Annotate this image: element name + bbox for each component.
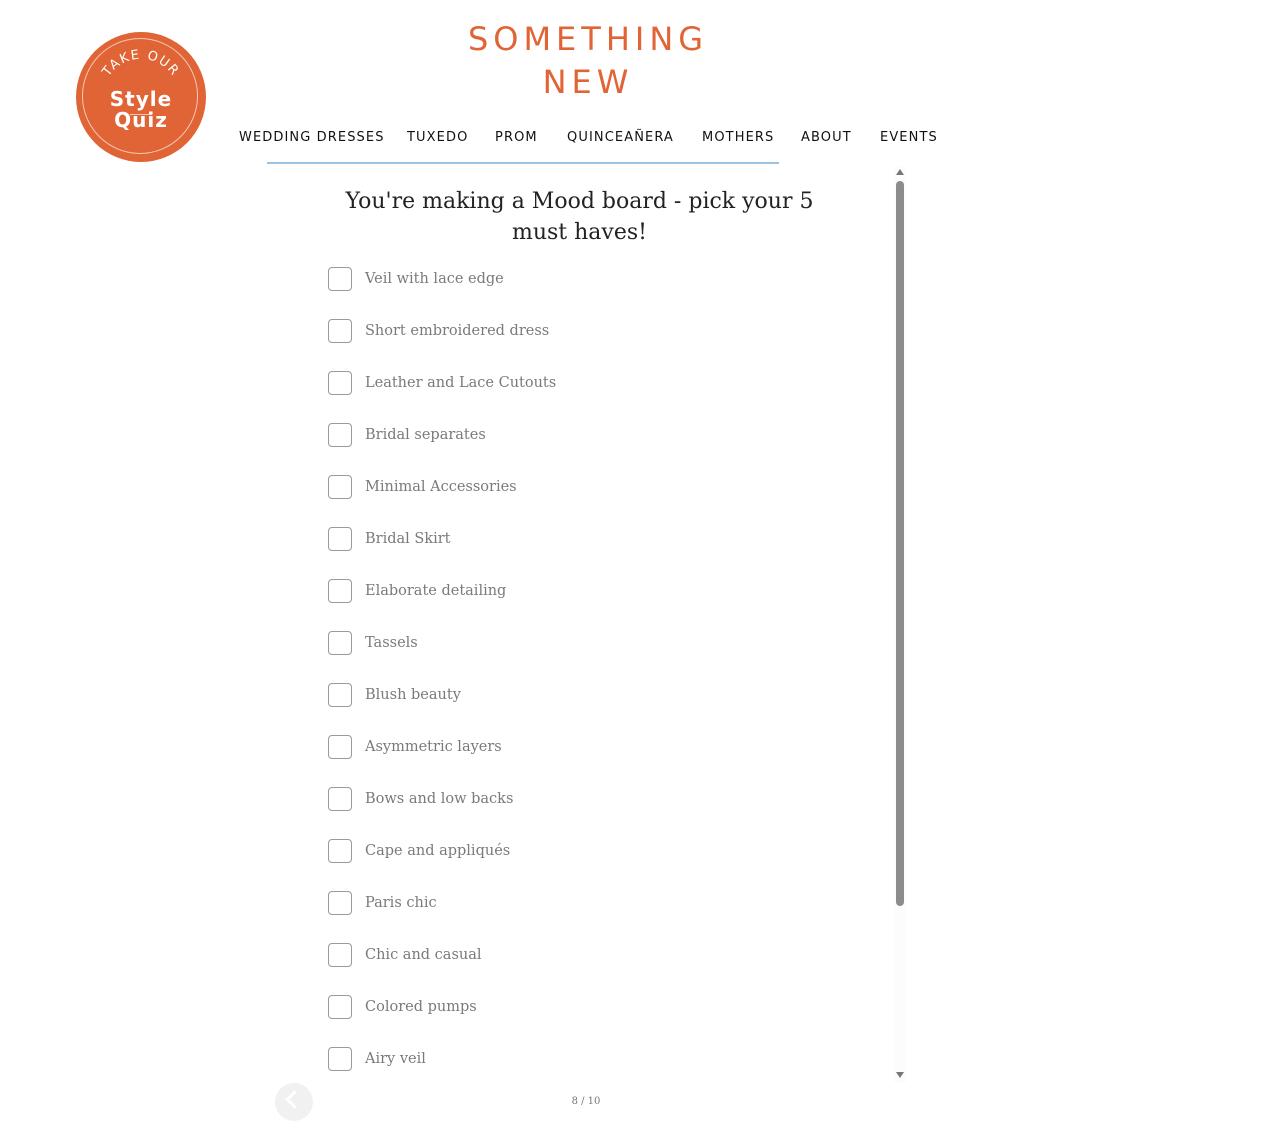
- option-checkbox[interactable]: [328, 943, 352, 967]
- quiz-option[interactable]: Chic and casual: [328, 943, 482, 967]
- nav-wedding-dresses[interactable]: WEDDING DRESSES: [239, 130, 385, 145]
- option-checkbox[interactable]: [328, 319, 352, 343]
- nav-tuxedo[interactable]: TUXEDO: [407, 130, 468, 145]
- option-checkbox[interactable]: [328, 423, 352, 447]
- quiz-option[interactable]: Tassels: [328, 631, 418, 655]
- option-label: Veil with lace edge: [365, 271, 504, 287]
- option-label: Paris chic: [365, 895, 437, 911]
- option-checkbox[interactable]: [328, 735, 352, 759]
- quiz-option[interactable]: Leather and Lace Cutouts: [328, 371, 556, 395]
- option-label: Colored pumps: [365, 999, 477, 1015]
- option-label: Elaborate detailing: [365, 583, 507, 599]
- option-label: Short embroidered dress: [365, 323, 550, 339]
- chevron-left-icon: [285, 1090, 304, 1109]
- quiz-progress: 8 / 10: [571, 1096, 601, 1107]
- quiz-option[interactable]: Paris chic: [328, 891, 437, 915]
- option-checkbox[interactable]: [328, 683, 352, 707]
- quiz-option[interactable]: Bridal separates: [328, 423, 486, 447]
- quiz-option[interactable]: Bridal Skirt: [328, 527, 451, 551]
- option-checkbox[interactable]: [328, 527, 352, 551]
- option-checkbox[interactable]: [328, 1047, 352, 1071]
- option-label: Tassels: [365, 635, 418, 651]
- option-label: Bridal separates: [365, 427, 486, 443]
- nav-about[interactable]: ABOUT: [801, 130, 852, 145]
- quiz-option[interactable]: Colored pumps: [328, 995, 477, 1019]
- badge-arc-label: TAKE OUR: [99, 48, 181, 81]
- scroll-thumb[interactable]: [896, 181, 904, 906]
- quiz-option[interactable]: Asymmetric layers: [328, 735, 502, 759]
- option-label: Leather and Lace Cutouts: [365, 375, 557, 391]
- previous-question-button[interactable]: [275, 1083, 313, 1121]
- option-checkbox[interactable]: [328, 371, 352, 395]
- quiz-option[interactable]: Bows and low backs: [328, 787, 513, 811]
- option-checkbox[interactable]: [328, 995, 352, 1019]
- scroll-down-icon[interactable]: [896, 1072, 904, 1078]
- option-label: Bridal Skirt: [365, 531, 451, 547]
- option-label: Cape and appliqués: [365, 843, 511, 859]
- option-checkbox[interactable]: [328, 839, 352, 863]
- nav-prom[interactable]: PROM: [495, 130, 538, 145]
- quiz-option[interactable]: Elaborate detailing: [328, 579, 506, 603]
- quiz-panel: You're making a Mood board - pick your 5…: [267, 166, 909, 1110]
- option-label: Airy veil: [365, 1051, 426, 1067]
- nav-events[interactable]: EVENTS: [880, 130, 938, 145]
- option-checkbox[interactable]: [328, 475, 352, 499]
- option-label: Minimal Accessories: [365, 479, 517, 495]
- option-checkbox[interactable]: [328, 787, 352, 811]
- quiz-option[interactable]: Blush beauty: [328, 683, 461, 707]
- quiz-scrollbar[interactable]: [894, 166, 906, 1083]
- quiz-option[interactable]: Cape and appliqués: [328, 839, 510, 863]
- option-label: Chic and casual: [365, 947, 482, 963]
- badge-title: Style Quiz: [109, 87, 173, 132]
- nav-quinceanera[interactable]: QUINCEAÑERA: [567, 130, 674, 145]
- option-label: Bows and low backs: [365, 791, 514, 807]
- nav-underline: [267, 162, 779, 164]
- site-logo[interactable]: SOMETHING NEW: [440, 18, 736, 104]
- option-checkbox[interactable]: [328, 891, 352, 915]
- nav-mothers[interactable]: MOTHERS: [702, 130, 774, 145]
- quiz-option[interactable]: Minimal Accessories: [328, 475, 517, 499]
- quiz-option[interactable]: Veil with lace edge: [328, 267, 504, 291]
- svg-text:TAKE OUR: TAKE OUR: [99, 48, 182, 81]
- scroll-up-icon[interactable]: [896, 169, 904, 175]
- option-checkbox[interactable]: [328, 267, 352, 291]
- quiz-option[interactable]: Short embroidered dress: [328, 319, 549, 343]
- option-label: Asymmetric layers: [365, 739, 502, 755]
- option-checkbox[interactable]: [328, 579, 352, 603]
- option-label: Blush beauty: [365, 687, 461, 703]
- option-checkbox[interactable]: [328, 631, 352, 655]
- quiz-question: You're making a Mood board - pick your 5…: [345, 189, 814, 245]
- style-quiz-badge[interactable]: TAKE OUR Style Quiz: [76, 32, 206, 162]
- quiz-option[interactable]: Airy veil: [328, 1047, 426, 1071]
